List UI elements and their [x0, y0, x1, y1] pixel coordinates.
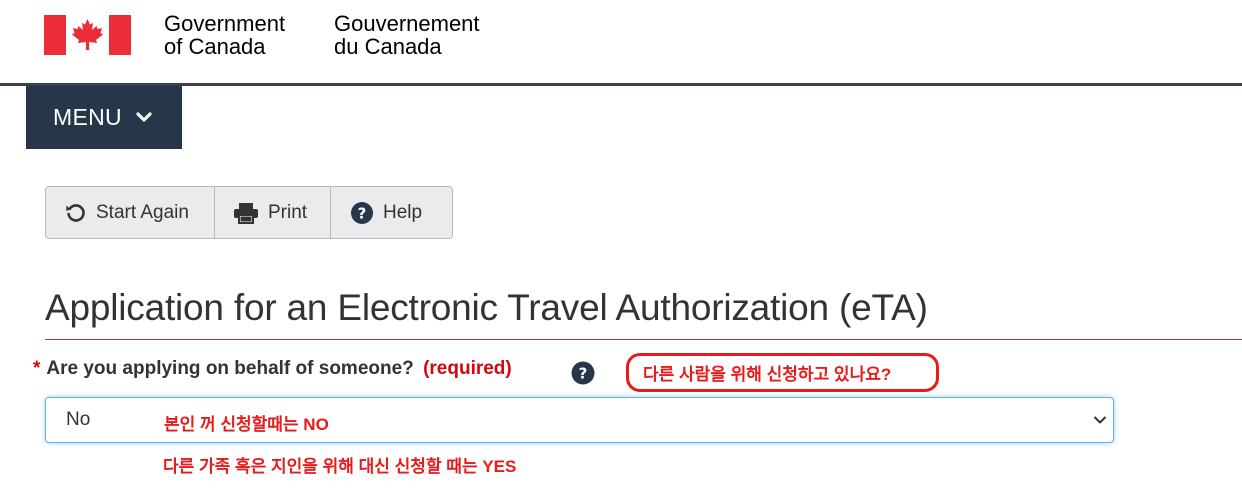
question-circle-icon: ?	[351, 201, 373, 224]
government-of-canada-wordmark[interactable]: Government of Canada	[164, 12, 285, 58]
svg-text:?: ?	[358, 204, 367, 222]
gov-fr-line2: du Canada	[334, 34, 442, 59]
title-divider	[45, 339, 1242, 340]
gov-en-line1: Government	[164, 11, 286, 36]
gouvernement-du-canada-wordmark[interactable]: Gouvernement du Canada	[334, 12, 480, 58]
printer-icon	[234, 202, 258, 224]
toolbar: Start Again Print ? Help	[45, 186, 453, 239]
help-button[interactable]: ? Help	[331, 187, 452, 238]
question-translation-annotation: 다른 사람을 위해 신청하고 있나요?	[626, 353, 939, 392]
site-header: Government of Canada Gouvernement du Can…	[0, 0, 1242, 86]
svg-text:?: ?	[579, 365, 588, 383]
chevron-down-icon	[136, 111, 152, 122]
print-button[interactable]: Print	[215, 187, 331, 238]
question-help-icon[interactable]: ?	[571, 361, 595, 385]
gov-fr-line1: Gouvernement	[334, 11, 480, 36]
gov-en-line2: of Canada	[164, 34, 266, 59]
question-translation-text: 다른 사람을 위해 신청하고 있나요?	[643, 365, 892, 384]
chevron-down-icon	[1094, 416, 1106, 424]
no-option-annotation: 본인 꺼 신청할때는 NO	[164, 415, 329, 434]
required-asterisk: *	[33, 358, 41, 379]
print-label: Print	[268, 201, 308, 223]
refresh-icon	[66, 203, 85, 222]
help-label: Help	[383, 201, 423, 223]
start-again-label: Start Again	[96, 201, 189, 223]
question-text: Are you applying on behalf of someone?	[46, 358, 414, 379]
start-again-button[interactable]: Start Again	[46, 187, 215, 238]
applying-on-behalf-label: * Are you applying on behalf of someone? …	[33, 358, 512, 380]
selected-value: No	[66, 409, 91, 430]
canada-flag-icon[interactable]	[44, 15, 131, 55]
required-marker: (required)	[423, 358, 512, 379]
menu-label: MENU	[53, 104, 122, 130]
menu-button[interactable]: MENU	[26, 86, 182, 149]
page-title: Application for an Electronic Travel Aut…	[45, 287, 928, 328]
yes-option-annotation: 다른 가족 혹은 지인을 위해 대신 신청할 때는 YES	[163, 457, 517, 476]
